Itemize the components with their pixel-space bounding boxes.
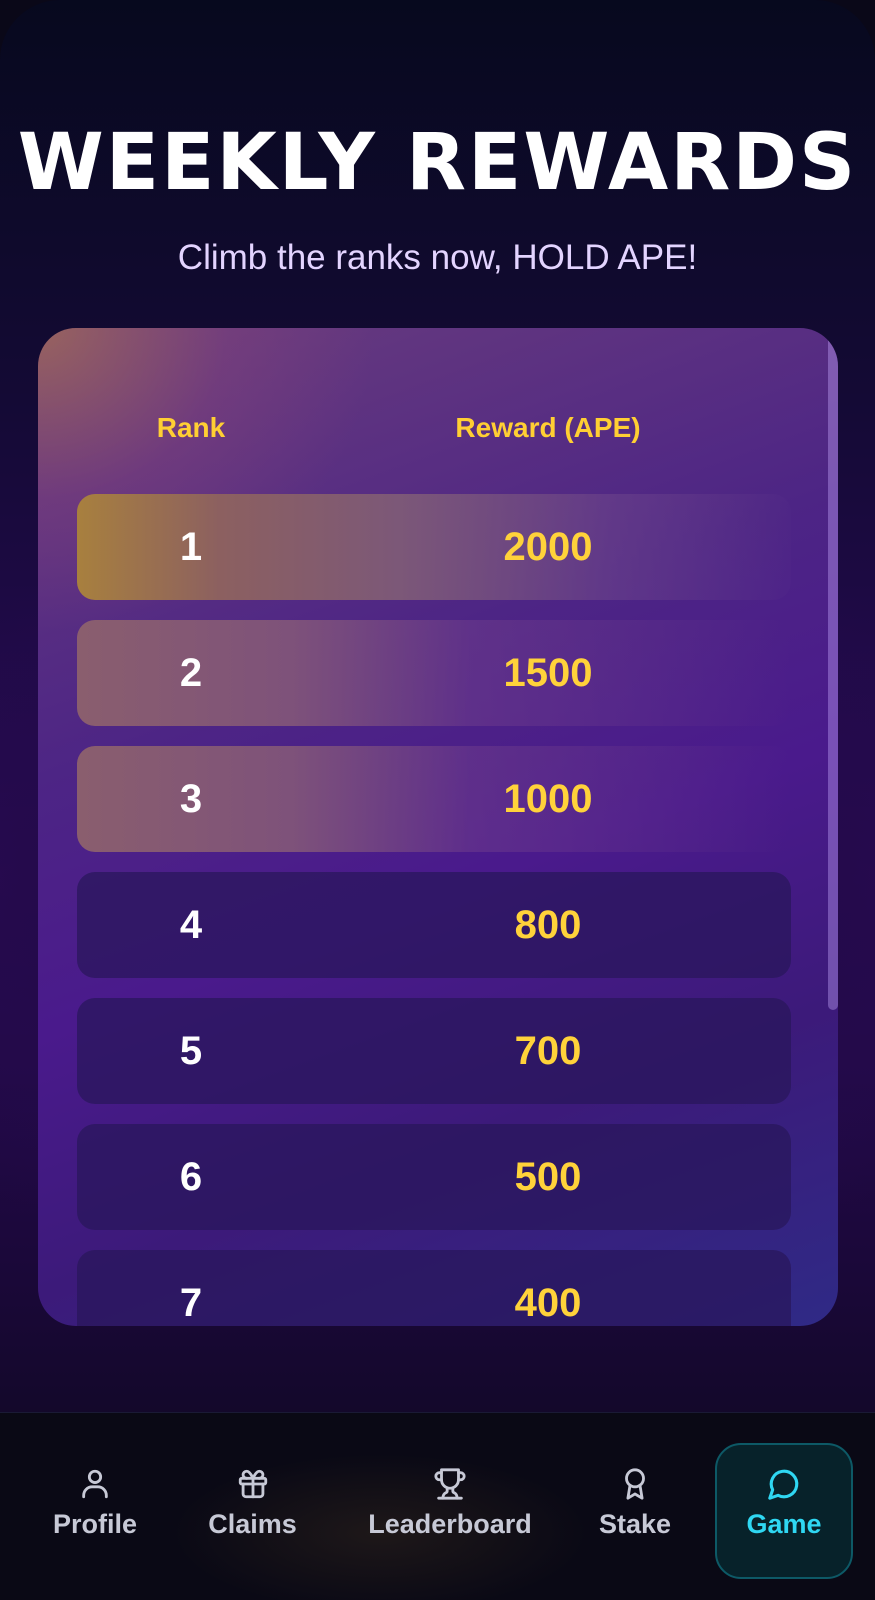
nav-label-profile: Profile — [52, 1509, 138, 1539]
trophy-icon — [434, 1468, 466, 1500]
bottom-nav: Profile Claims Leaderboard Stake Game — [0, 1412, 875, 1600]
page-subtitle: Climb the ranks now, HOLD APE! — [177, 238, 698, 277]
nav-label-leaderboard: Leaderboard — [368, 1509, 532, 1539]
table-row: 6 500 — [77, 1124, 791, 1230]
scrollbar-thumb[interactable] — [828, 328, 838, 1010]
page-title: WEEKLY REWARDS — [17, 118, 858, 208]
chat-bubble-icon — [768, 1469, 799, 1500]
award-icon — [625, 1468, 645, 1500]
app-screen: WEEKLY REWARDS Climb the ranks now, HOLD… — [0, 0, 875, 1600]
nav-item-stake[interactable]: Stake — [580, 1443, 690, 1575]
gift-icon — [238, 1469, 267, 1499]
rewards-list: 1 2000 2 1500 3 1000 4 800 5 700 6 500 7… — [77, 494, 791, 1326]
table-scrollbar[interactable] — [828, 328, 838, 1326]
table-row: 2 1500 — [77, 620, 791, 726]
table-row: 4 800 — [77, 872, 791, 978]
user-icon — [82, 1469, 108, 1499]
table-row: 3 1000 — [77, 746, 791, 852]
column-header-reward: Reward (APE) — [455, 412, 641, 443]
table-row: 5 700 — [77, 998, 791, 1104]
nav-label-claims: Claims — [208, 1509, 297, 1539]
rewards-table-card[interactable]: Rank Reward (APE) 1 2000 2 1500 3 1000 4… — [38, 328, 838, 1326]
nav-item-game[interactable]: Game — [715, 1443, 853, 1579]
nav-label-stake: Stake — [598, 1509, 672, 1539]
nav-item-claims[interactable]: Claims — [195, 1443, 310, 1575]
table-header: Rank Reward (APE) — [38, 328, 828, 453]
nav-item-profile[interactable]: Profile — [40, 1443, 150, 1575]
table-row: 7 400 — [77, 1250, 791, 1326]
column-header-rank: Rank — [156, 412, 226, 443]
nav-item-leaderboard[interactable]: Leaderboard — [360, 1443, 540, 1575]
nav-label-game: Game — [746, 1509, 822, 1539]
table-row: 1 2000 — [77, 494, 791, 600]
